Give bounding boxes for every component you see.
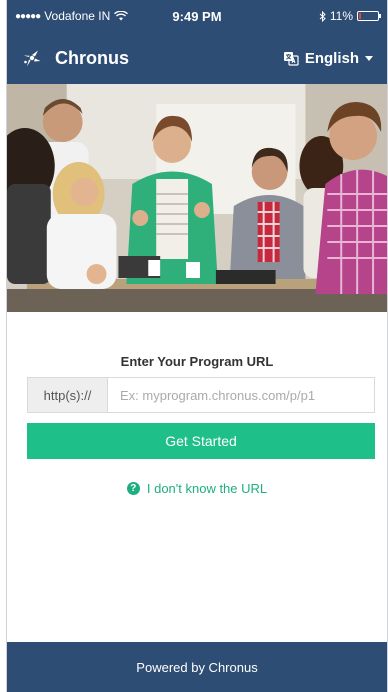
bluetooth-icon (319, 10, 326, 22)
hero-image (7, 84, 387, 312)
battery-percent: 11% (329, 9, 353, 23)
powered-by-text: Powered by Chronus (136, 659, 258, 675)
url-prefix: http(s):// (28, 378, 108, 412)
signal-icon: ●●●●● (15, 10, 41, 22)
question-circle-icon: ? (126, 482, 140, 495)
battery-icon (357, 11, 381, 21)
carrier-name: Vodafone IN (44, 9, 111, 23)
wifi-icon (114, 11, 129, 21)
status-left: ●●●●● Vodafone IN (15, 9, 129, 23)
top-nav: Chronus English (7, 32, 387, 84)
chronus-logo-icon (23, 50, 41, 67)
program-url-input[interactable] (108, 378, 374, 412)
translate-icon (283, 52, 299, 66)
app-screen: ●●●●● Vodafone IN 9:49 PM 11% Chronus En… (6, 0, 388, 692)
language-label: English (304, 49, 359, 67)
dont-know-url-link[interactable]: ? I don't know the URL (7, 481, 387, 496)
battery-level (359, 13, 361, 19)
status-right: 11% (319, 9, 381, 23)
url-input-group: http(s):// (27, 377, 375, 413)
language-selector[interactable]: English (283, 50, 373, 67)
form-title: Enter Your Program URL (120, 354, 274, 369)
status-bar: ●●●●● Vodafone IN 9:49 PM 11% (7, 0, 387, 32)
dont-know-url-label: I don't know the URL (146, 481, 268, 496)
caret-down-icon (365, 55, 373, 61)
brand-name: Chronus (55, 47, 129, 68)
footer: Powered by Chronus (7, 642, 387, 692)
get-started-button[interactable]: Get Started (27, 423, 375, 459)
